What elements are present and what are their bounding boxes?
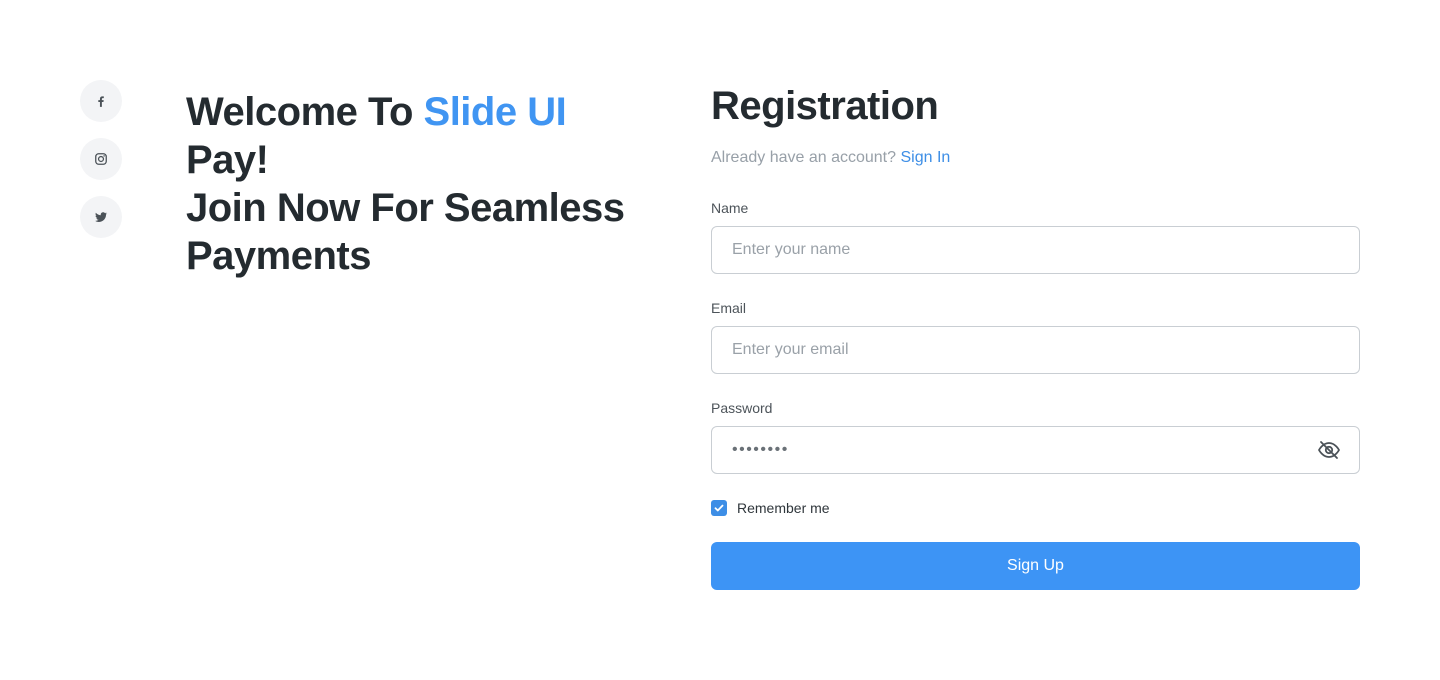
- email-group: Email: [711, 298, 1360, 374]
- hero-line-3: Payments: [186, 234, 371, 278]
- hero-line-2: Join Now For Seamless: [186, 186, 625, 230]
- hero-heading: Welcome To Slide UI Pay! Join Now For Se…: [186, 88, 656, 280]
- hero-suffix: Pay!: [186, 138, 269, 182]
- password-group: Password ••••••••: [711, 398, 1360, 474]
- email-input[interactable]: [732, 341, 1339, 359]
- form-title: Registration: [711, 84, 939, 128]
- password-value: ••••••••: [732, 441, 789, 458]
- signin-link[interactable]: Sign In: [900, 149, 950, 166]
- signin-prompt: Already have an account? Sign In: [711, 146, 1360, 170]
- facebook-icon: [98, 96, 104, 107]
- remember-me-checkbox[interactable]: [711, 500, 727, 516]
- password-label: Password: [711, 400, 773, 416]
- twitter-icon: [95, 212, 108, 222]
- email-label: Email: [711, 300, 747, 316]
- name-field-box: [711, 226, 1360, 274]
- toggle-password-visibility-button[interactable]: [1317, 438, 1341, 462]
- facebook-button[interactable]: [80, 80, 122, 122]
- social-links: [80, 80, 122, 238]
- registration-page: Welcome To Slide UI Pay! Join Now For Se…: [0, 0, 1440, 680]
- name-label: Name: [711, 200, 749, 216]
- account-prompt-text: Already have an account?: [711, 149, 901, 166]
- registration-form: Registration Already have an account? Si…: [711, 80, 1360, 590]
- hero-prefix: Welcome To: [186, 90, 424, 134]
- password-input[interactable]: ••••••••: [711, 426, 1360, 474]
- instagram-button[interactable]: [80, 138, 122, 180]
- email-field-box: [711, 326, 1360, 374]
- eye-off-icon: [1318, 441, 1340, 459]
- remember-me-label: Remember me: [737, 500, 830, 516]
- checkmark-icon: [714, 504, 724, 512]
- remember-me-row: Remember me: [711, 500, 1360, 516]
- instagram-icon: [95, 153, 107, 165]
- sign-up-button[interactable]: Sign Up: [711, 542, 1360, 590]
- name-group: Name: [711, 198, 1360, 274]
- name-input[interactable]: [732, 241, 1339, 259]
- twitter-button[interactable]: [80, 196, 122, 238]
- hero-brand: Slide UI: [423, 90, 567, 134]
